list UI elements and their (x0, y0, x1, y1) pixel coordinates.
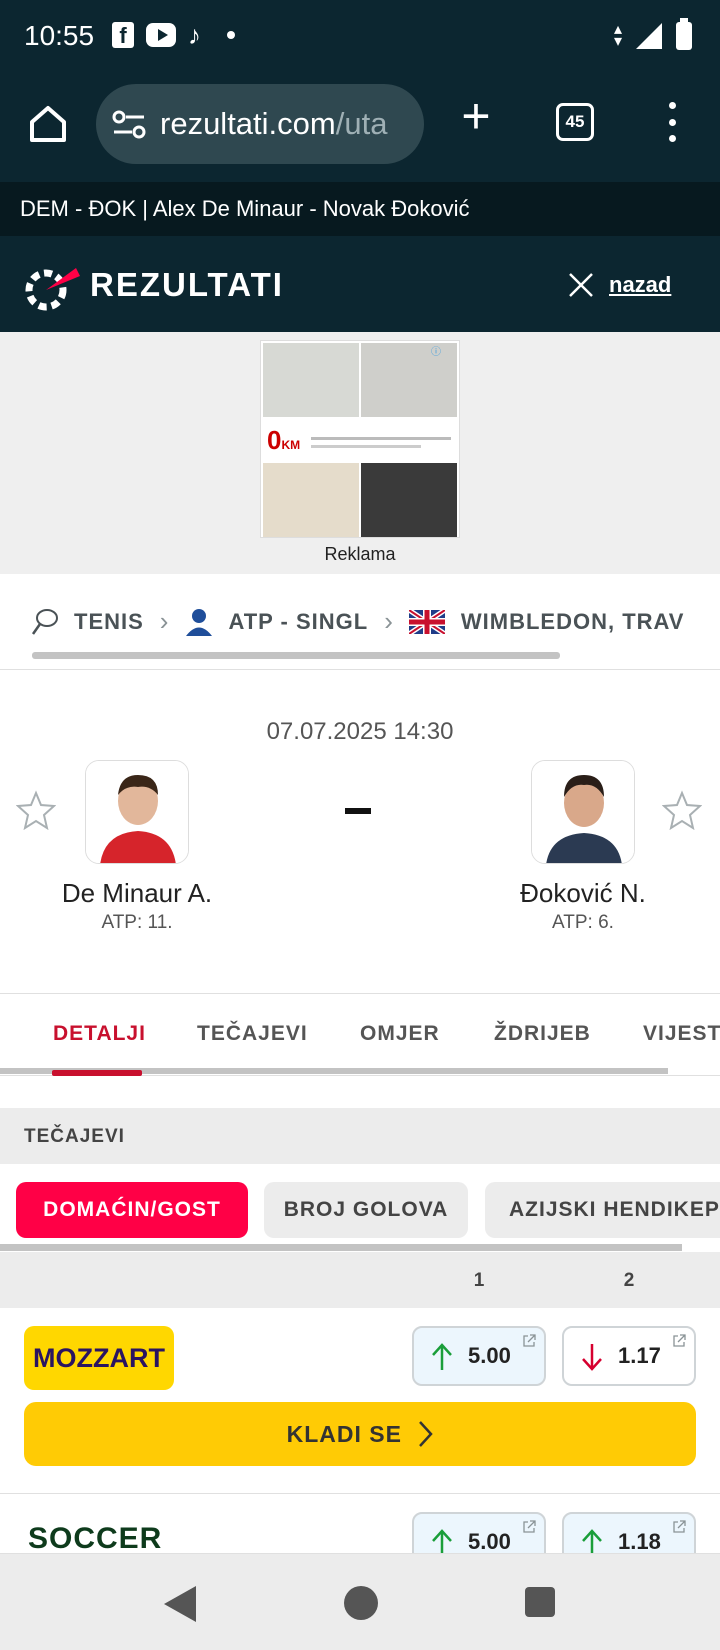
column-2-label: 2 (623, 1270, 635, 1291)
notification-dot-icon (227, 31, 235, 39)
bookmaker-row: MOZZART 5.00 1.17 KLADI SE (0, 1308, 720, 1494)
external-link-icon (673, 1520, 686, 1533)
away-player-rank: ATP: 6. (552, 912, 614, 933)
tennis-racket-icon (31, 608, 58, 635)
match-tabs: DETALJI TEČAJEVI OMJER ŽDRIJEB VIJEST (0, 994, 720, 1076)
back-link[interactable]: nazad (609, 272, 671, 298)
score-separator (345, 808, 371, 814)
status-bar: 10:55 f ♪ ▴ ▾ (0, 0, 720, 76)
ad-price: 0KM (267, 425, 301, 455)
breadcrumb: TENIS › ATP - SINGL › WIMBLEDON, TRAV (0, 574, 720, 670)
odd-button-2[interactable]: 1.18 (562, 1512, 696, 1553)
breadcrumb-scrollbar[interactable] (32, 652, 560, 659)
home-icon[interactable] (24, 100, 72, 148)
odds-market-chips: DOMAĆIN/GOST BROJ GOLOVA AZIJSKI HENDIKE… (0, 1164, 720, 1254)
mozzart-logo[interactable]: MOZZART (24, 1326, 174, 1390)
favorite-star-icon[interactable] (662, 790, 702, 830)
data-arrows-icon: ▴ ▾ (613, 21, 622, 50)
person-icon (186, 608, 213, 636)
battery-icon (676, 18, 692, 50)
chevron-right-icon (419, 1421, 434, 1447)
address-bar[interactable]: rezultati.com/uta (96, 84, 424, 164)
player-photo (532, 761, 634, 863)
home-player-name[interactable]: De Minaur A. (17, 878, 257, 909)
uk-flag-icon (408, 609, 445, 634)
arrow-up-icon (432, 1529, 452, 1553)
odds-section-header: TEČAJEVI (0, 1108, 720, 1164)
bookmaker-row: SOCCER 5.00 1.18 (0, 1494, 720, 1554)
site-logo[interactable]: REZULTATI (90, 266, 284, 304)
ad-image (361, 463, 457, 537)
column-1-label: 1 (473, 1270, 485, 1291)
back-icon[interactable] (164, 1586, 196, 1622)
away-player-avatar[interactable] (531, 760, 635, 864)
chevron-right-icon: › (384, 606, 393, 636)
chip-azijski-hendikep[interactable]: AZIJSKI HENDIKEP (485, 1182, 720, 1238)
external-link-icon (673, 1334, 686, 1347)
soccer-logo[interactable]: SOCCER (28, 1522, 162, 1553)
tab-omjer[interactable]: OMJER (360, 1022, 440, 1046)
tab-detalji[interactable]: DETALJI (53, 1022, 146, 1046)
ad-banner[interactable]: 0KM ⓘ (260, 340, 460, 538)
rezultati-logo-icon[interactable] (24, 260, 80, 312)
new-tab-button[interactable]: + (456, 91, 496, 141)
active-tab-indicator (52, 1070, 142, 1076)
home-player-avatar[interactable] (85, 760, 189, 864)
odd-button-1[interactable]: 5.00 (412, 1512, 546, 1553)
arrow-down-icon (582, 1344, 602, 1371)
advertisement: 0KM ⓘ Reklama (0, 332, 720, 574)
breadcrumb-tenis[interactable]: TENIS (30, 607, 144, 637)
page-title: DEM - ĐOK | Alex De Minaur - Novak Đokov… (0, 182, 720, 236)
system-nav-bar (0, 1554, 720, 1650)
signal-icon (636, 23, 662, 49)
odds-column-header: 1 2 (0, 1252, 720, 1308)
external-link-icon (523, 1334, 536, 1347)
arrow-up-icon (432, 1343, 452, 1370)
youtube-icon (146, 23, 176, 47)
external-link-icon (523, 1520, 536, 1533)
breadcrumb-wimbledon[interactable]: WIMBLEDON, TRAV (408, 609, 685, 635)
ad-image (263, 343, 359, 417)
status-time: 10:55 (24, 20, 95, 51)
chip-domacin-gost[interactable]: DOMAĆIN/GOST (16, 1182, 248, 1238)
bet-button[interactable]: KLADI SE (24, 1402, 696, 1466)
tab-vijesti[interactable]: VIJEST (643, 1022, 720, 1046)
match-header: 07.07.2025 14:30 De Minaur A. ATP: 11. Đ… (0, 670, 720, 994)
tab-switcher-button[interactable]: 45 (556, 103, 594, 141)
close-icon[interactable] (568, 272, 594, 298)
favorite-star-icon[interactable] (16, 790, 56, 830)
tab-zdrijeb[interactable]: ŽDRIJEB (494, 1022, 591, 1046)
ad-text-line (311, 437, 451, 440)
home-circle-icon[interactable] (344, 1586, 378, 1620)
match-date: 07.07.2025 14:30 (266, 718, 454, 745)
adchoices-icon[interactable]: ⓘ (431, 343, 445, 358)
recent-apps-icon[interactable] (525, 1587, 555, 1617)
browser-menu-button[interactable] (664, 102, 680, 142)
facebook-icon: f (112, 22, 134, 48)
site-header: REZULTATI nazad (0, 236, 720, 332)
tab-tecajevi[interactable]: TEČAJEVI (197, 1022, 308, 1046)
arrow-up-icon (582, 1529, 602, 1553)
browser-toolbar: rezultati.com/uta + 45 (0, 76, 720, 182)
breadcrumb-atp-singl[interactable]: ATP - SINGL (184, 607, 368, 637)
home-player-rank: ATP: 11. (101, 912, 173, 933)
odd-button-2[interactable]: 1.17 (562, 1326, 696, 1386)
odd-button-1[interactable]: 5.00 (412, 1326, 546, 1386)
tiktok-icon: ♪ (188, 20, 201, 50)
chips-scrollbar[interactable] (0, 1244, 682, 1251)
site-settings-icon[interactable] (112, 110, 146, 140)
odds-section-title: TEČAJEVI (24, 1126, 125, 1147)
away-player-name[interactable]: Đoković N. (463, 878, 703, 909)
chevron-right-icon: › (159, 606, 169, 636)
ad-label: Reklama (324, 544, 396, 564)
player-photo (86, 761, 188, 863)
url-text[interactable]: rezultati.com/uta (160, 106, 410, 142)
ad-image (263, 463, 359, 537)
ad-text-line (311, 445, 421, 448)
chip-broj-golova[interactable]: BROJ GOLOVA (264, 1182, 468, 1238)
